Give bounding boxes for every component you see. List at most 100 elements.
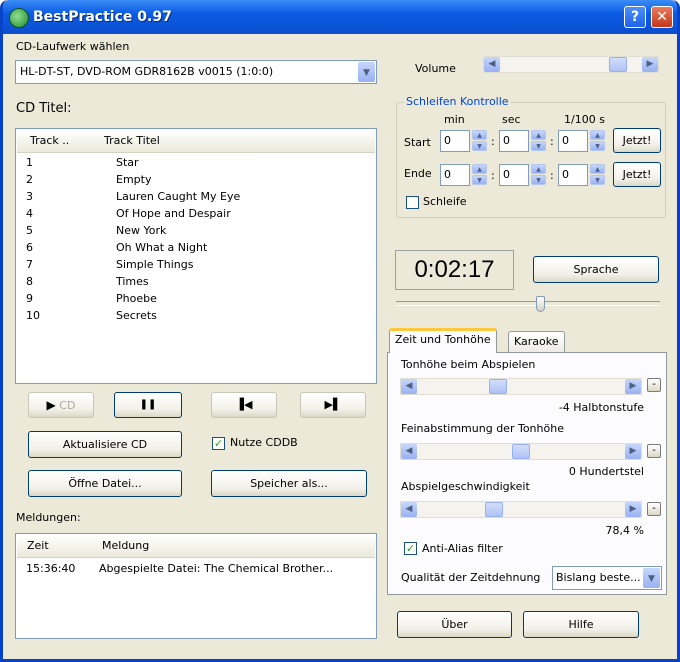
chevron-down-icon[interactable]: ▼ (358, 62, 375, 82)
track-row[interactable]: 10 Secrets (26, 307, 157, 324)
play-cd-button[interactable]: ▶ CD (28, 392, 94, 418)
messages-list[interactable]: Zeit Meldung 15:36:40 Abgespielte Datei:… (15, 533, 377, 639)
chevron-down-icon[interactable]: ▼ (590, 175, 605, 185)
speed-reset-button[interactable]: - (647, 502, 661, 516)
volume-slider[interactable]: ◀ ▶ (483, 56, 659, 73)
end-sec-input[interactable]: 0 (499, 164, 529, 186)
track-row[interactable]: 7 Simple Things (26, 256, 194, 273)
start-min-input[interactable]: 0 (440, 130, 470, 152)
chevron-left-icon[interactable]: ◀ (401, 379, 417, 394)
fine-tune-reset-button[interactable]: - (647, 444, 661, 458)
track-row[interactable]: 4 Of Hope and Despair (26, 205, 231, 222)
chevron-down-icon[interactable]: ▼ (472, 175, 487, 185)
quality-label: Qualität der Zeitdehnung (401, 571, 541, 584)
start-sec-stepper[interactable]: ▲ ▼ (531, 130, 546, 152)
track-list[interactable]: Track .. Track Titel 1 Star 2 Empty 3 Laure… (15, 128, 377, 384)
chevron-right-icon[interactable]: ▶ (642, 57, 658, 72)
chevron-down-icon[interactable]: ▼ (590, 141, 605, 151)
column-track-number[interactable]: Track .. (30, 134, 69, 147)
anti-alias-label: Anti-Alias filter (422, 542, 503, 555)
fine-tune-slider[interactable]: ◀ ▶ (400, 443, 642, 460)
pitch-slider[interactable]: ◀ ▶ (400, 378, 642, 395)
cd-drive-select[interactable]: HL-DT-ST, DVD-ROM GDR8162B v0015 (1:0:0)… (15, 60, 377, 84)
start-sec-input[interactable]: 0 (499, 130, 529, 152)
start-hundredth-input[interactable]: 0 (558, 130, 588, 152)
speech-button[interactable]: Sprache (533, 256, 659, 283)
start-hundredth-stepper[interactable]: ▲ ▼ (590, 130, 605, 152)
end-sec-stepper[interactable]: ▲ ▼ (531, 164, 546, 186)
tab-karaoke[interactable]: Karaoke (508, 331, 565, 353)
cd-drive-value: HL-DT-ST, DVD-ROM GDR8162B v0015 (1:0:0) (20, 65, 274, 78)
skip-next-icon: ▶▌ (324, 398, 342, 411)
position-slider-thumb[interactable] (536, 296, 545, 312)
min-header: min (444, 113, 465, 126)
chevron-down-icon[interactable]: ▼ (531, 175, 546, 185)
chevron-down-icon[interactable]: ▼ (531, 141, 546, 151)
time-separator: : (550, 169, 554, 182)
help-title-button[interactable]: ? (624, 6, 646, 28)
tab-time-pitch[interactable]: Zeit und Tonhöhe (389, 328, 497, 353)
chevron-up-icon[interactable]: ▲ (472, 130, 487, 140)
track-row[interactable]: 3 Lauren Caught My Eye (26, 188, 240, 205)
column-time[interactable]: Zeit (27, 539, 49, 552)
messages-label: Meldungen: (16, 511, 81, 524)
chevron-left-icon[interactable]: ◀ (401, 502, 417, 517)
pitch-reset-button[interactable]: - (647, 378, 661, 392)
chevron-up-icon[interactable]: ▲ (590, 164, 605, 174)
column-track-title[interactable]: Track Titel (104, 134, 160, 147)
help-button[interactable]: Hilfe (523, 611, 639, 638)
about-button[interactable]: Über (397, 611, 512, 638)
title-bar[interactable]: BestPractice 0.97 ? ✕ (3, 0, 677, 34)
previous-track-button[interactable]: ▐◀ (211, 392, 277, 418)
loop-checkbox[interactable] (406, 196, 419, 209)
speed-slider[interactable]: ◀ ▶ (400, 501, 642, 518)
end-min-input[interactable]: 0 (440, 164, 470, 186)
end-min-stepper[interactable]: ▲ ▼ (472, 164, 487, 186)
pitch-label: Tonhöhe beim Abspielen (401, 358, 536, 371)
track-row[interactable]: 2 Empty (26, 171, 151, 188)
chevron-right-icon[interactable]: ▶ (625, 444, 641, 459)
message-row[interactable]: 15:36:40 Abgespielte Datei: The Chemical… (26, 560, 333, 577)
pitch-thumb[interactable] (489, 379, 507, 394)
time-pitch-panel: Tonhöhe beim Abspielen ◀ ▶ - -4 Halbtons… (387, 352, 667, 595)
volume-thumb[interactable] (609, 57, 627, 72)
column-message[interactable]: Meldung (102, 539, 149, 552)
position-track[interactable] (396, 301, 660, 306)
open-file-button[interactable]: Öffne Datei... (28, 470, 182, 497)
start-now-button[interactable]: Jetzt! (613, 128, 661, 153)
track-row[interactable]: 6 Oh What a Night (26, 239, 207, 256)
time-separator: : (550, 135, 554, 148)
chevron-left-icon[interactable]: ◀ (484, 57, 500, 72)
chevron-down-icon[interactable]: ▼ (472, 141, 487, 151)
chevron-left-icon[interactable]: ◀ (401, 444, 417, 459)
chevron-up-icon[interactable]: ▲ (531, 130, 546, 140)
chevron-up-icon[interactable]: ▲ (531, 164, 546, 174)
close-button[interactable]: ✕ (651, 6, 673, 28)
use-cddb-checkbox[interactable]: ✓ (212, 437, 225, 450)
track-row[interactable]: 1 Star (26, 154, 139, 171)
hundredth-header: 1/100 s (564, 113, 605, 126)
fine-tune-thumb[interactable] (512, 444, 530, 459)
end-label: Ende (404, 167, 432, 180)
start-min-stepper[interactable]: ▲ ▼ (472, 130, 487, 152)
chevron-up-icon[interactable]: ▲ (590, 130, 605, 140)
chevron-right-icon[interactable]: ▶ (625, 502, 641, 517)
track-row[interactable]: 8 Times (26, 273, 149, 290)
chevron-up-icon[interactable]: ▲ (472, 164, 487, 174)
chevron-right-icon[interactable]: ▶ (625, 379, 641, 394)
speed-thumb[interactable] (485, 502, 503, 517)
end-hundredth-stepper[interactable]: ▲ ▼ (590, 164, 605, 186)
save-as-button[interactable]: Speicher als... (211, 470, 367, 497)
track-row[interactable]: 9 Phoebe (26, 290, 157, 307)
quality-select[interactable]: Bislang beste... ▼ (552, 566, 662, 590)
end-hundredth-input[interactable]: 0 (558, 164, 588, 186)
time-display: 0:02:17 (395, 250, 514, 290)
refresh-cd-button[interactable]: Aktualisiere CD (28, 431, 182, 458)
next-track-button[interactable]: ▶▌ (300, 392, 366, 418)
skip-previous-icon: ▐◀ (235, 398, 253, 411)
anti-alias-checkbox[interactable]: ✓ (404, 542, 417, 555)
chevron-down-icon[interactable]: ▼ (643, 568, 660, 588)
end-now-button[interactable]: Jetzt! (613, 162, 661, 187)
track-row[interactable]: 5 New York (26, 222, 166, 239)
pause-button[interactable]: ❚❚ (114, 392, 182, 418)
